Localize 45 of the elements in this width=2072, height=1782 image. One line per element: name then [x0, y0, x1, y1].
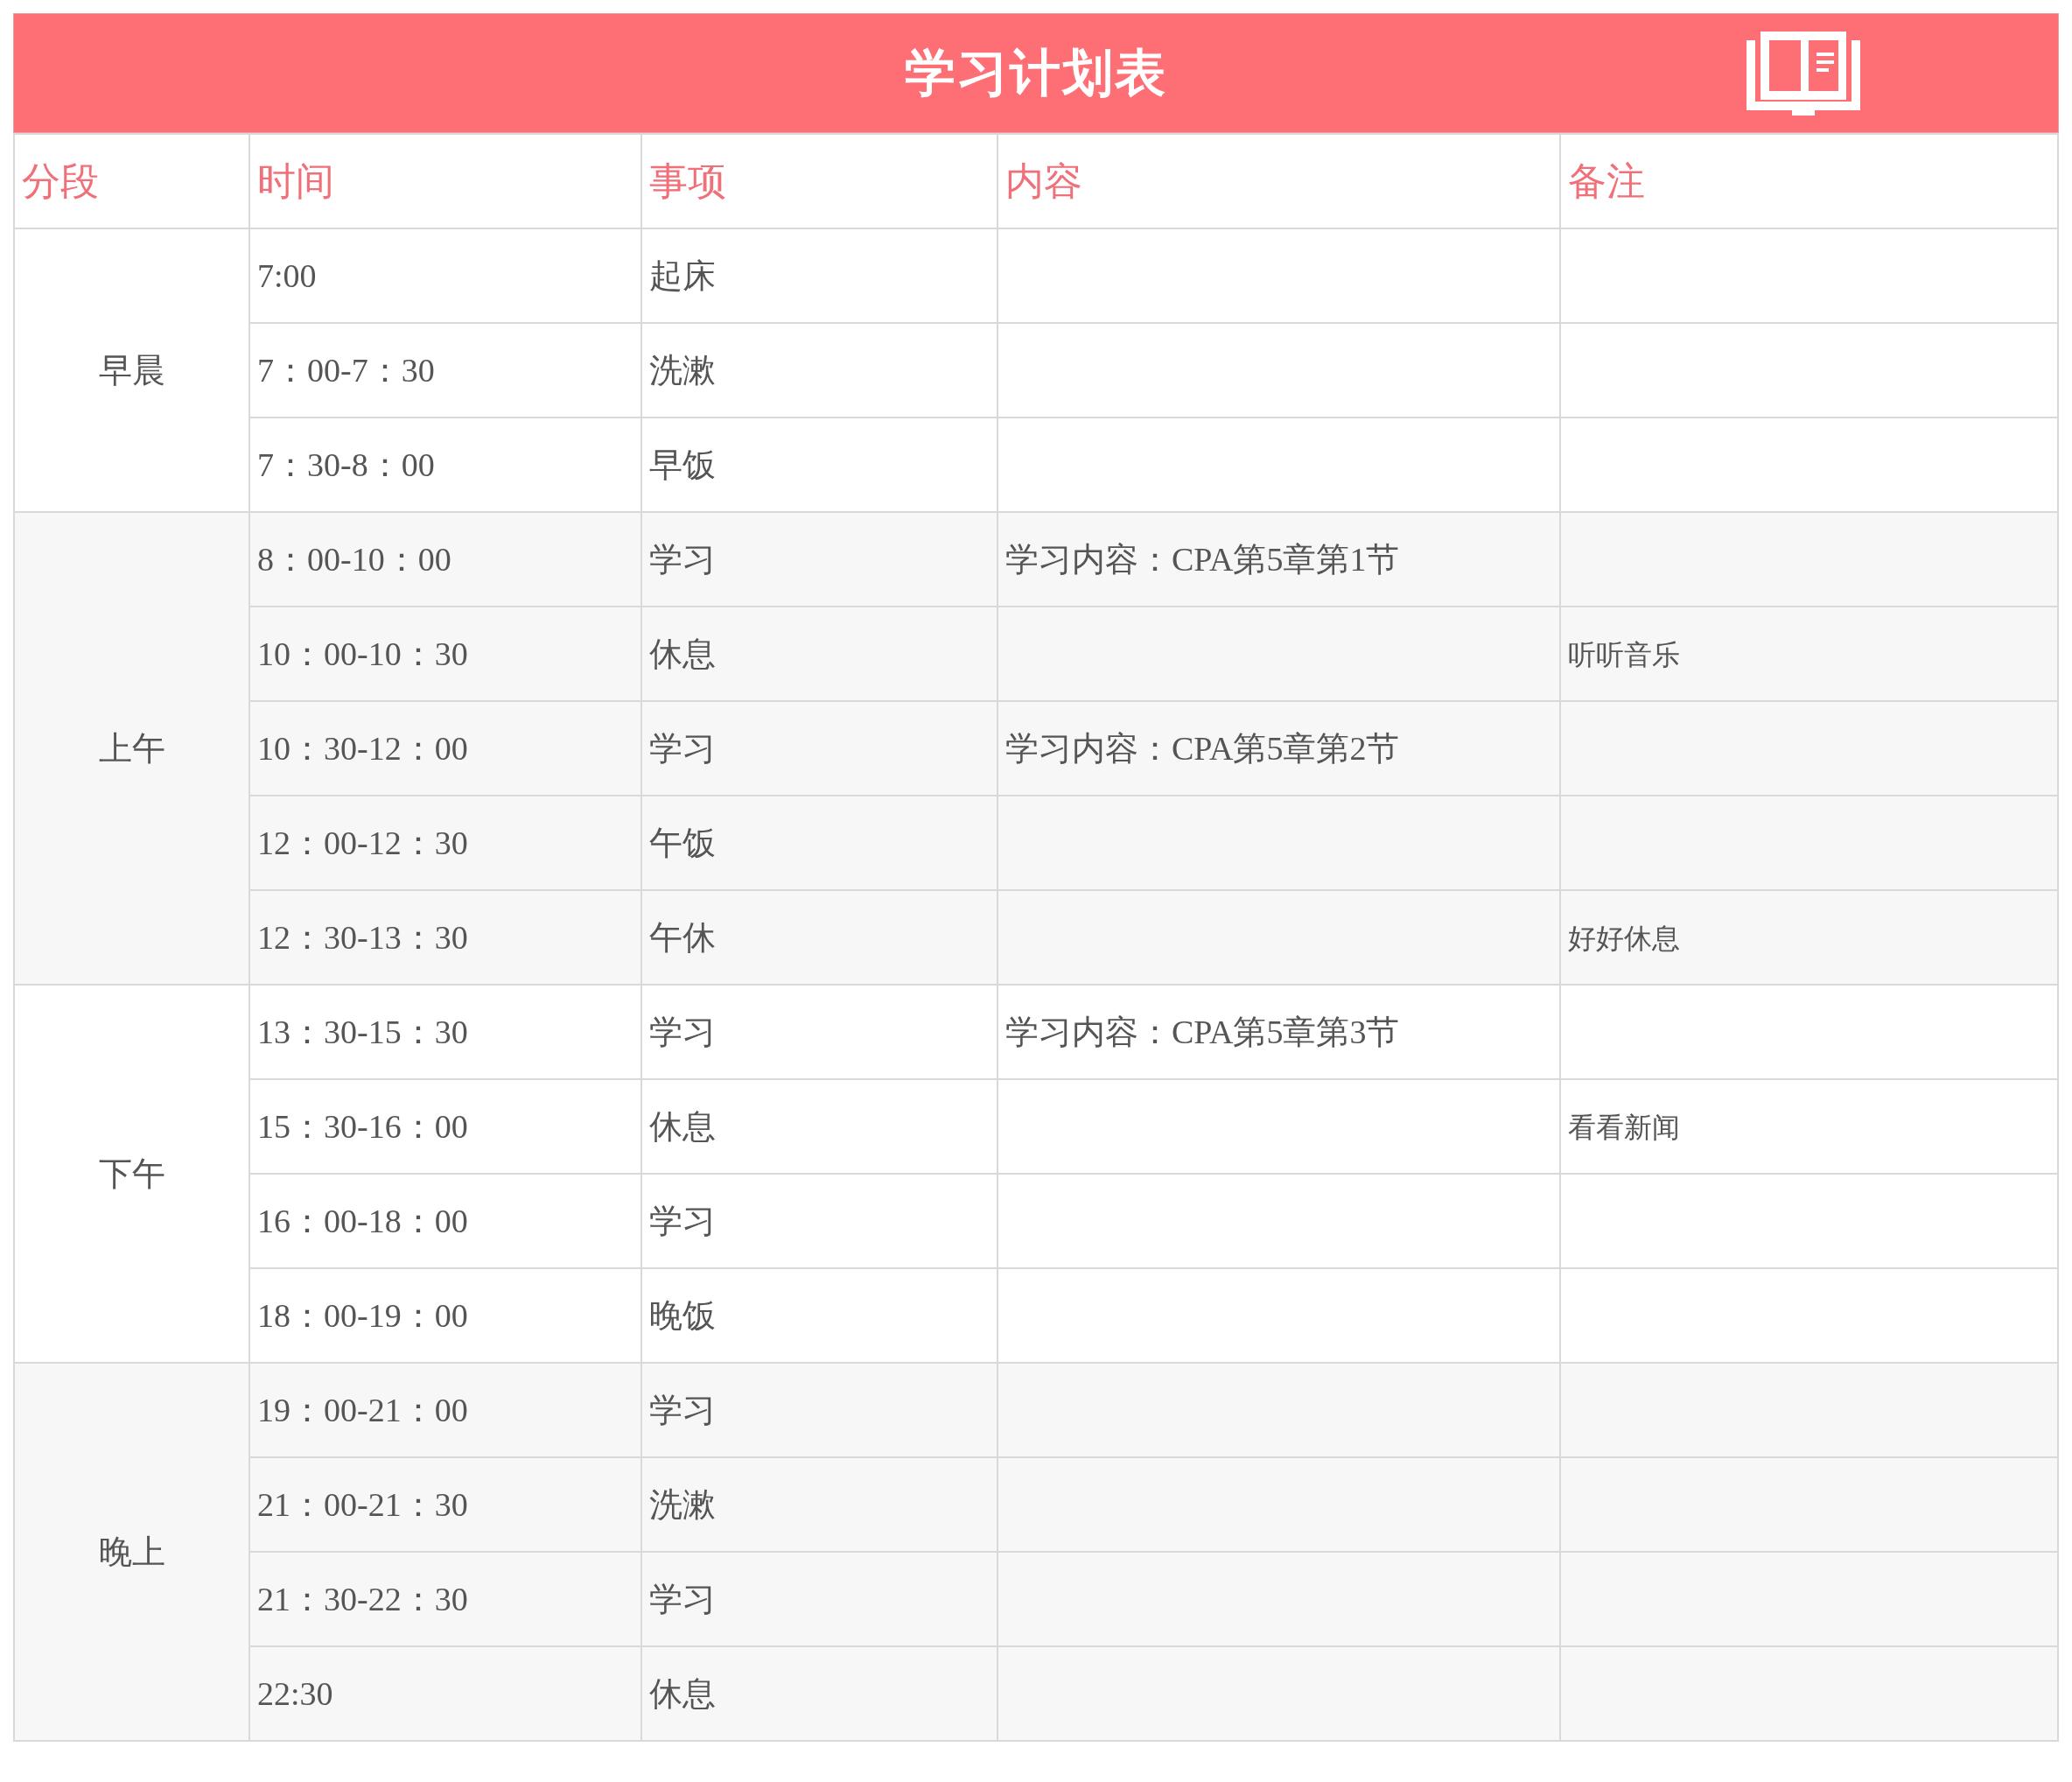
time-cell: 12：30-13：30 [249, 890, 641, 985]
time-cell: 12：00-12：30 [249, 796, 641, 890]
task-cell: 学习 [641, 1174, 998, 1268]
time-cell: 21：30-22：30 [249, 1552, 641, 1646]
sheet-title: 学习计划表 [905, 43, 1167, 103]
task-cell: 起床 [641, 228, 998, 323]
segment-cell: 早晨 [14, 228, 249, 512]
segment-cell: 下午 [14, 985, 249, 1363]
task-cell: 学习 [641, 512, 998, 607]
time-cell: 16：00-18：00 [249, 1174, 641, 1268]
time-cell: 7：00-7：30 [249, 323, 641, 417]
column-header: 事项 [641, 134, 998, 228]
task-cell: 休息 [641, 607, 998, 701]
time-cell: 22:30 [249, 1646, 641, 1741]
time-cell: 15：30-16：00 [249, 1079, 641, 1174]
task-cell: 午饭 [641, 796, 998, 890]
content-text: 学习内容：CPA第5章第1节 [1005, 540, 1400, 578]
task-cell: 洗漱 [641, 1457, 998, 1552]
time-cell: 19：00-21：00 [249, 1363, 641, 1457]
time-cell: 10：00-10：30 [249, 607, 641, 701]
task-cell: 学习 [641, 985, 998, 1079]
time-cell: 13：30-15：30 [249, 985, 641, 1079]
task-cell: 学习 [641, 1552, 998, 1646]
column-header: 备注 [1560, 134, 2058, 228]
task-cell: 午休 [641, 890, 998, 985]
task-cell: 休息 [641, 1079, 998, 1174]
task-cell: 洗漱 [641, 323, 998, 417]
task-cell: 学习 [641, 1363, 998, 1457]
note-text: 看看新闻 [1568, 1111, 1680, 1143]
time-cell: 7:00 [249, 228, 641, 323]
column-header: 分段 [14, 134, 249, 228]
book-icon [1746, 32, 1860, 116]
content-text: 学习内容：CPA第5章第2节 [1005, 729, 1400, 767]
note-text: 听听音乐 [1568, 638, 1680, 670]
time-cell: 21：00-21：30 [249, 1457, 641, 1552]
note-text: 好好休息 [1568, 922, 1680, 954]
time-cell: 8：00-10：00 [249, 512, 641, 607]
column-header: 时间 [249, 134, 641, 228]
time-cell: 10：30-12：00 [249, 701, 641, 796]
task-cell: 学习 [641, 701, 998, 796]
segment-cell: 上午 [14, 512, 249, 985]
task-cell: 休息 [641, 1646, 998, 1741]
segment-cell: 晚上 [14, 1363, 249, 1741]
content-text: 学习内容：CPA第5章第3节 [1005, 1013, 1400, 1050]
column-header: 内容 [998, 134, 1560, 228]
